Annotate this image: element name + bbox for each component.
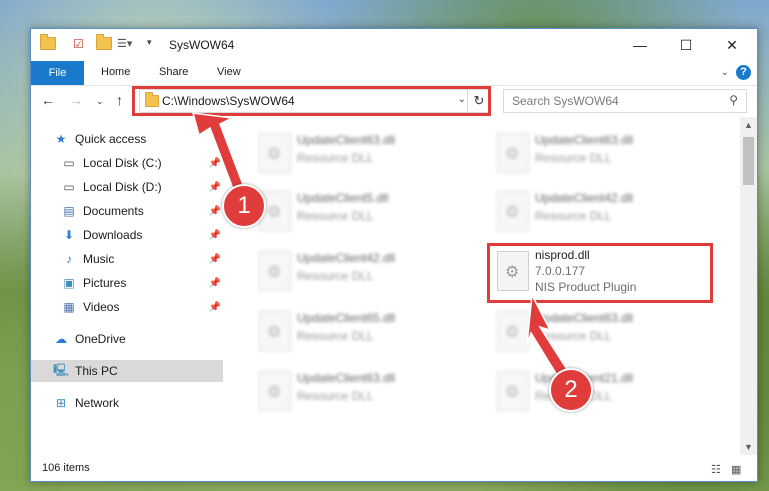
dll-file-icon [497, 311, 529, 351]
sidebar-item-videos[interactable]: ▦ Videos 📌 [31, 296, 223, 318]
dll-file-icon [259, 251, 291, 291]
scrollbar-thumb[interactable] [743, 137, 754, 185]
pictures-icon: ▣ [63, 276, 75, 290]
drive-icon: ▭ [63, 156, 75, 170]
new-folder-icon[interactable] [96, 34, 112, 50]
sidebar-item-local-disk-d[interactable]: ▭ Local Disk (D:) 📌 [31, 176, 223, 198]
forward-arrow-icon[interactable]: → [69, 92, 83, 108]
sidebar-item-label: OneDrive [75, 332, 126, 346]
star-icon: ★ [55, 132, 67, 146]
navigation-bar: ← → ⌄ ↑ C:\Windows\SysWOW64 ⌄ ↻ Search S… [31, 86, 757, 116]
details-view-icon[interactable]: ☷ [711, 463, 725, 476]
recent-locations-icon[interactable]: ⌄ [96, 96, 104, 107]
sidebar-item-this-pc[interactable]: 🖳 This PC [31, 360, 223, 382]
dll-file-icon [259, 311, 291, 351]
sidebar-item-label: This PC [75, 364, 118, 378]
network-icon: ⊞ [55, 396, 67, 410]
close-button[interactable]: ✕ [709, 29, 755, 61]
dll-file-icon [259, 133, 291, 173]
sidebar-item-quick-access[interactable]: ★ Quick access [31, 128, 223, 150]
pin-icon[interactable]: 📌 [209, 302, 221, 313]
sidebar-item-label: Pictures [83, 276, 127, 290]
file-item[interactable]: UpdateClient63.dll Resource DLL [251, 127, 481, 175]
file-item[interactable]: UpdateClient21.dll Resource DLL [489, 365, 719, 413]
sidebar-item-music[interactable]: ♪ Music 📌 [31, 248, 223, 270]
sidebar-item-pictures[interactable]: ▣ Pictures 📌 [31, 272, 223, 294]
folder-icon [40, 34, 56, 50]
sidebar-item-network[interactable]: ⊞ Network [31, 392, 223, 414]
minimize-button[interactable]: — [617, 29, 663, 61]
pin-icon[interactable]: 📌 [209, 182, 221, 193]
drive-icon: ▭ [63, 180, 75, 194]
sidebar-item-label: Documents [83, 204, 144, 218]
file-tab[interactable]: File [31, 61, 84, 85]
file-item[interactable]: UpdateClient42.dll Resource DLL [489, 185, 719, 233]
vertical-scrollbar[interactable]: ▲ ▼ [740, 117, 757, 455]
tab-share[interactable]: Share [159, 66, 188, 78]
large-icons-view-icon[interactable]: ▦ [731, 463, 745, 476]
tab-home[interactable]: Home [101, 66, 130, 78]
pin-icon[interactable]: 📌 [209, 230, 221, 241]
pin-icon[interactable]: 📌 [209, 206, 221, 217]
downloads-icon: ⬇ [63, 228, 75, 242]
search-placeholder: Search SysWOW64 [512, 94, 619, 108]
sidebar-item-downloads[interactable]: ⬇ Downloads 📌 [31, 224, 223, 246]
sidebar-item-onedrive[interactable]: ☁ OneDrive [31, 328, 223, 350]
cloud-icon: ☁ [55, 332, 67, 346]
file-item[interactable]: UpdateClient63.dll Resource DLL [489, 305, 719, 353]
sidebar-item-label: Downloads [83, 228, 143, 242]
pin-icon[interactable]: 📌 [209, 158, 221, 169]
back-arrow-icon[interactable]: ← [41, 92, 55, 108]
maximize-button[interactable]: ☐ [663, 29, 709, 61]
pin-icon[interactable]: 📌 [209, 254, 221, 265]
sidebar-item-documents[interactable]: ▤ Documents 📌 [31, 200, 223, 222]
scroll-up-icon[interactable]: ▲ [744, 120, 753, 130]
file-item[interactable]: UpdateClient65.dll Resource DLL [251, 305, 481, 353]
scroll-down-icon[interactable]: ▼ [744, 442, 753, 452]
tab-view[interactable]: View [217, 66, 241, 78]
up-arrow-icon[interactable]: ↑ [116, 92, 123, 108]
file-highlight-box [487, 243, 713, 303]
quick-access-dropdown-icon[interactable]: ▾ [147, 37, 152, 48]
window-title: SysWOW64 [169, 38, 235, 52]
dll-file-icon [497, 133, 529, 173]
sidebar-item-local-disk-c[interactable]: ▭ Local Disk (C:) 📌 [31, 152, 223, 174]
step-1-badge: 1 [222, 184, 266, 228]
sidebar-item-label: Network [75, 396, 120, 410]
music-icon: ♪ [66, 252, 72, 266]
file-item[interactable]: UpdateClient63.dll Resource DLL [251, 365, 481, 413]
dll-file-icon [497, 371, 529, 411]
sidebar-item-label: Local Disk (C:) [83, 156, 162, 170]
help-icon[interactable]: ? [736, 65, 751, 80]
file-list: UpdateClient63.dll Resource DLL UpdateCl… [239, 121, 739, 451]
pin-icon[interactable]: 📌 [209, 278, 221, 289]
search-input[interactable]: Search SysWOW64 ⚲ [503, 89, 747, 113]
search-icon: ⚲ [729, 93, 738, 107]
ribbon: File Home Share View ⌄ ? [31, 61, 757, 86]
status-bar: 106 items ☷ ▦ [31, 457, 757, 481]
explorer-window: ☑ ☰▾ ▾ SysWOW64 — ☐ ✕ File Home Share Vi… [30, 28, 758, 482]
file-item[interactable]: UpdateClient63.dll Resource DLL [489, 127, 719, 175]
file-item[interactable]: UpdateClient5.dll Resource DLL [251, 185, 481, 233]
properties-icon[interactable]: ☑ [73, 37, 84, 51]
dll-file-icon [259, 371, 291, 411]
sidebar-item-label: Quick access [75, 132, 147, 146]
sidebar-item-label: Music [83, 252, 115, 266]
step-2-badge: 2 [549, 368, 593, 412]
navigation-pane: ★ Quick access ▭ Local Disk (C:) 📌 ▭ Loc… [31, 125, 223, 445]
item-count: 106 items [42, 462, 90, 474]
address-highlight-box [132, 86, 491, 116]
sidebar-item-label: Videos [83, 300, 120, 314]
sidebar-item-label: Local Disk (D:) [83, 180, 162, 194]
documents-icon: ▤ [63, 204, 75, 218]
videos-icon: ▦ [63, 300, 75, 314]
customize-toolbar-icon[interactable]: ☰▾ [117, 37, 132, 50]
dll-file-icon [497, 191, 529, 231]
expand-ribbon-icon[interactable]: ⌄ [721, 67, 729, 78]
computer-icon: 🖳 [53, 362, 70, 377]
file-item[interactable]: UpdateClient42.dll Resource DLL [251, 245, 481, 293]
title-bar: ☑ ☰▾ ▾ SysWOW64 — ☐ ✕ [31, 29, 757, 61]
